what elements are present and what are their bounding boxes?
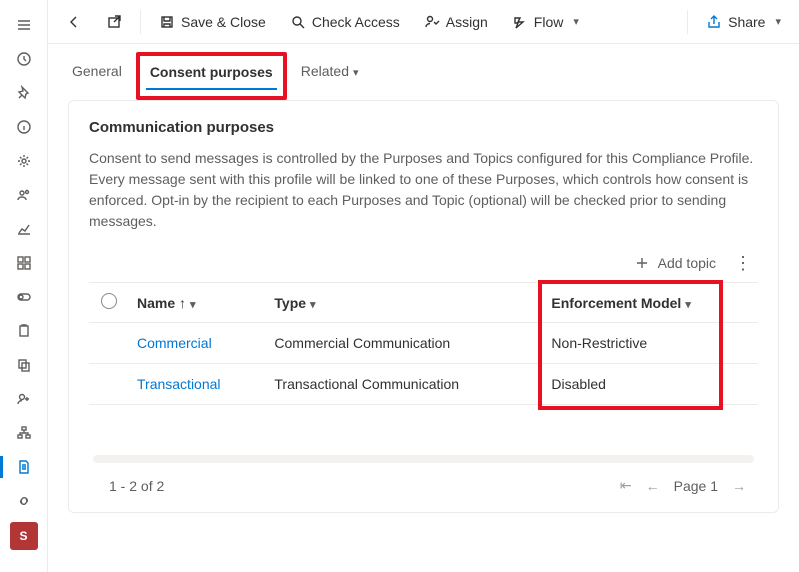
table-row[interactable]: Transactional Transactional Communicatio…	[89, 364, 758, 405]
column-enforcement-model[interactable]: Enforcement Model▾	[543, 283, 758, 323]
chart-icon[interactable]	[0, 212, 48, 246]
panel-toolbar: Add topic ⋮	[89, 250, 758, 282]
row-type: Transactional Communication	[266, 364, 543, 405]
tab-general[interactable]: General	[68, 57, 126, 89]
left-rail: S	[0, 0, 48, 572]
document-icon[interactable]	[0, 450, 48, 484]
tab-bar: General Consent purposes Related ▾	[48, 44, 799, 90]
communication-purposes-panel: Communication purposes Consent to send m…	[68, 100, 779, 513]
back-button[interactable]	[56, 6, 92, 38]
org-icon[interactable]	[0, 416, 48, 450]
page-label: Page 1	[674, 478, 718, 494]
purposes-table: Name ↑▾ Type▾ Enforcement Model▾ Commerc…	[89, 282, 758, 405]
save-close-button[interactable]: Save & Close	[149, 6, 276, 38]
panel-title: Communication purposes	[89, 119, 758, 136]
table-row[interactable]: Commercial Commercial Communication Non-…	[89, 323, 758, 364]
save-icon	[159, 14, 175, 30]
new-window-button[interactable]	[96, 6, 132, 38]
search-icon	[290, 14, 306, 30]
more-menu-button[interactable]: ⋮	[734, 254, 752, 272]
person-plus-icon[interactable]	[0, 382, 48, 416]
assign-icon	[424, 14, 440, 30]
paging-range: 1 - 2 of 2	[109, 478, 164, 494]
check-access-label: Check Access	[312, 14, 400, 30]
copy-icon[interactable]	[0, 348, 48, 382]
column-name[interactable]: Name ↑▾	[129, 283, 266, 323]
flow-label: Flow	[534, 14, 564, 30]
row-type: Commercial Communication	[266, 323, 543, 364]
row-name-link[interactable]: Transactional	[137, 376, 221, 392]
chevron-down-icon: ▾	[310, 299, 316, 311]
save-close-label: Save & Close	[181, 14, 266, 30]
chevron-down-icon: ▾	[775, 15, 781, 28]
tab-related[interactable]: Related ▾	[297, 57, 363, 89]
row-name-link[interactable]: Commercial	[137, 335, 212, 351]
grid-icon[interactable]	[0, 246, 48, 280]
page-next-button[interactable]: →	[732, 478, 746, 494]
row-enforcement: Disabled	[543, 364, 758, 405]
add-topic-label: Add topic	[658, 255, 716, 271]
people-icon[interactable]	[0, 178, 48, 212]
app-badge[interactable]: S	[10, 522, 38, 550]
open-icon	[106, 14, 122, 30]
main-area: Save & Close Check Access Assign Flow ▾ S…	[48, 0, 799, 572]
select-all-header[interactable]	[89, 283, 129, 323]
sort-asc-icon: ↑	[179, 295, 186, 311]
gear-icon[interactable]	[0, 144, 48, 178]
page-first-button[interactable]: ⇤	[620, 477, 632, 494]
radio-icon	[101, 293, 117, 309]
info-icon[interactable]	[0, 110, 48, 144]
hamburger-icon[interactable]	[0, 8, 48, 42]
share-button[interactable]: Share ▾	[696, 6, 791, 38]
check-access-button[interactable]: Check Access	[280, 6, 410, 38]
command-bar: Save & Close Check Access Assign Flow ▾ S…	[48, 0, 799, 44]
clipboard-icon[interactable]	[0, 314, 48, 348]
chevron-down-icon: ▾	[190, 299, 196, 311]
chevron-down-icon: ▾	[353, 67, 359, 79]
flow-icon	[512, 14, 528, 30]
panel-description: Consent to send messages is controlled b…	[89, 148, 758, 232]
divider	[140, 10, 141, 34]
add-topic-button[interactable]: Add topic	[634, 255, 716, 271]
share-label: Share	[728, 14, 765, 30]
assign-label: Assign	[446, 14, 488, 30]
link-icon[interactable]	[0, 484, 48, 518]
tab-consent-purposes[interactable]: Consent purposes	[146, 58, 277, 90]
highlight-consent-tab: Consent purposes	[136, 52, 287, 100]
row-enforcement: Non-Restrictive	[543, 323, 758, 364]
pin-icon[interactable]	[0, 76, 48, 110]
flow-button[interactable]: Flow ▾	[502, 6, 589, 38]
horizontal-scrollbar[interactable]	[93, 455, 754, 463]
chevron-down-icon: ▾	[573, 15, 579, 28]
divider	[687, 10, 688, 34]
column-type[interactable]: Type▾	[266, 283, 543, 323]
toggle-icon[interactable]	[0, 280, 48, 314]
plus-icon	[634, 255, 650, 271]
page-prev-button[interactable]: ←	[646, 478, 660, 494]
arrow-left-icon	[66, 14, 82, 30]
clock-icon[interactable]	[0, 42, 48, 76]
pagination: 1 - 2 of 2 ⇤ ← Page 1 →	[89, 463, 758, 512]
share-icon	[706, 14, 722, 30]
assign-button[interactable]: Assign	[414, 6, 498, 38]
tab-related-label: Related	[301, 63, 349, 79]
chevron-down-icon: ▾	[685, 299, 691, 311]
